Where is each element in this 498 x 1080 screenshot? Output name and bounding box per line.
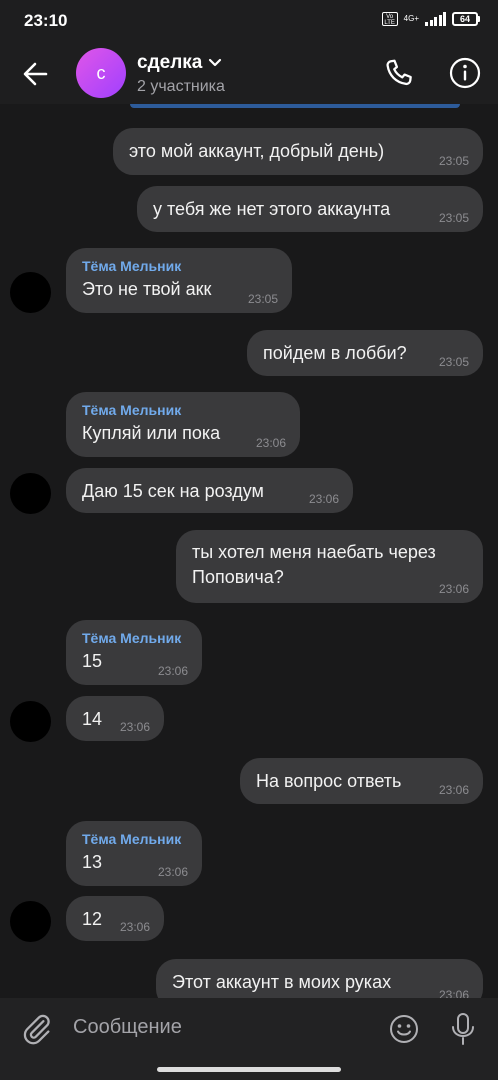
emoji-icon xyxy=(390,1015,418,1043)
sender-avatar[interactable] xyxy=(10,272,51,313)
message-time: 23:06 xyxy=(119,720,150,734)
status-time: 23:10 xyxy=(24,11,68,30)
message-text: Этот аккаунт в моих руках xyxy=(172,972,392,992)
message-text: пойдем в лобби? xyxy=(263,343,407,363)
phone-icon xyxy=(386,59,412,86)
attach-button[interactable] xyxy=(20,1012,54,1046)
sender-name[interactable]: Тёма Мельник xyxy=(82,258,276,274)
message-text: Купляй или пока xyxy=(82,423,221,443)
battery-icon: 64 xyxy=(452,12,480,26)
home-indicator[interactable] xyxy=(157,1067,341,1072)
message-incoming[interactable]: Тёма Мельник Купляй или пока 23:06 xyxy=(66,392,300,457)
chat-avatar[interactable]: с xyxy=(76,48,126,98)
message-text: Это не твой акк xyxy=(82,279,212,299)
message-time: 23:06 xyxy=(438,582,469,596)
message-time: 23:06 xyxy=(157,865,188,879)
volte-icon: Vo LTE xyxy=(381,12,398,26)
sender-name[interactable]: Тёма Мельник xyxy=(82,630,186,646)
message-text: Даю 15 сек на роздум xyxy=(82,481,264,501)
emoji-button[interactable] xyxy=(387,1012,421,1046)
message-time: 23:06 xyxy=(157,664,188,678)
message-time: 23:06 xyxy=(438,783,469,797)
message-outgoing[interactable]: Этот аккаунт в моих руках 23:06 xyxy=(156,959,483,998)
message-outgoing[interactable]: ты хотел меня наебать через Поповича? 23… xyxy=(176,530,483,603)
info-button[interactable] xyxy=(446,54,484,92)
message-time: 23:06 xyxy=(308,492,339,506)
message-incoming[interactable]: Тёма Мельник 13 23:06 xyxy=(66,821,202,886)
chat-title-text: сделка xyxy=(137,52,203,73)
back-arrow-icon xyxy=(23,62,48,86)
message-text: На вопрос ответь xyxy=(256,771,402,791)
message-outgoing[interactable]: у тебя же нет этого аккаунта 23:05 xyxy=(137,186,483,232)
message-text: у тебя же нет этого аккаунта xyxy=(153,199,391,219)
message-outgoing[interactable]: На вопрос ответь 23:06 xyxy=(240,758,483,804)
sender-avatar[interactable] xyxy=(10,473,51,514)
message-incoming[interactable]: 14 23:06 xyxy=(66,696,164,741)
sender-avatar[interactable] xyxy=(10,901,51,942)
message-incoming[interactable]: 12 23:06 xyxy=(66,896,164,941)
message-time: 23:06 xyxy=(119,920,150,934)
sender-name[interactable]: Тёма Мельник xyxy=(82,402,284,418)
message-outgoing[interactable]: пойдем в лобби? 23:05 xyxy=(247,330,483,376)
message-time: 23:05 xyxy=(438,211,469,225)
message-list[interactable]: это мой аккаунт, добрый день) 23:05 у те… xyxy=(0,104,498,998)
chat-header: с сделка 2 участника xyxy=(0,44,498,104)
message-time: 23:05 xyxy=(438,355,469,369)
voice-message-button[interactable] xyxy=(448,1011,478,1047)
message-outgoing[interactable]: это мой аккаунт, добрый день) 23:05 xyxy=(113,128,483,175)
battery-level: 64 xyxy=(452,12,478,26)
chat-title[interactable]: сделка xyxy=(137,52,222,74)
message-incoming[interactable]: Тёма Мельник 15 23:06 xyxy=(66,620,202,685)
call-button[interactable] xyxy=(381,56,417,92)
message-incoming[interactable]: Тёма Мельник Это не твой акк 23:05 xyxy=(66,248,292,313)
message-text: это мой аккаунт, добрый день) xyxy=(129,141,385,161)
status-icons: Vo LTE 4G+ 64 xyxy=(381,12,480,26)
media-preview-strip xyxy=(130,104,460,108)
microphone-icon xyxy=(452,1013,474,1045)
message-input[interactable]: Сообщение xyxy=(73,1016,182,1039)
message-incoming[interactable]: Даю 15 сек на роздум 23:06 xyxy=(66,468,353,513)
sender-name[interactable]: Тёма Мельник xyxy=(82,831,186,847)
chevron-down-icon xyxy=(209,58,222,67)
message-time: 23:06 xyxy=(255,436,286,450)
network-type: 4G+ xyxy=(403,14,419,23)
chat-subtitle: 2 участника xyxy=(137,78,225,95)
paperclip-icon xyxy=(23,1014,50,1045)
signal-icon xyxy=(425,12,446,26)
info-icon xyxy=(449,57,481,89)
message-time: 23:06 xyxy=(438,988,469,998)
message-text: ты хотел меня наебать через Поповича? xyxy=(192,542,436,587)
message-time: 23:05 xyxy=(247,292,278,306)
status-bar: 23:10 Vo LTE 4G+ 64 xyxy=(0,0,498,44)
back-button[interactable] xyxy=(18,56,54,92)
message-time: 23:05 xyxy=(438,154,469,168)
sender-avatar[interactable] xyxy=(10,701,51,742)
